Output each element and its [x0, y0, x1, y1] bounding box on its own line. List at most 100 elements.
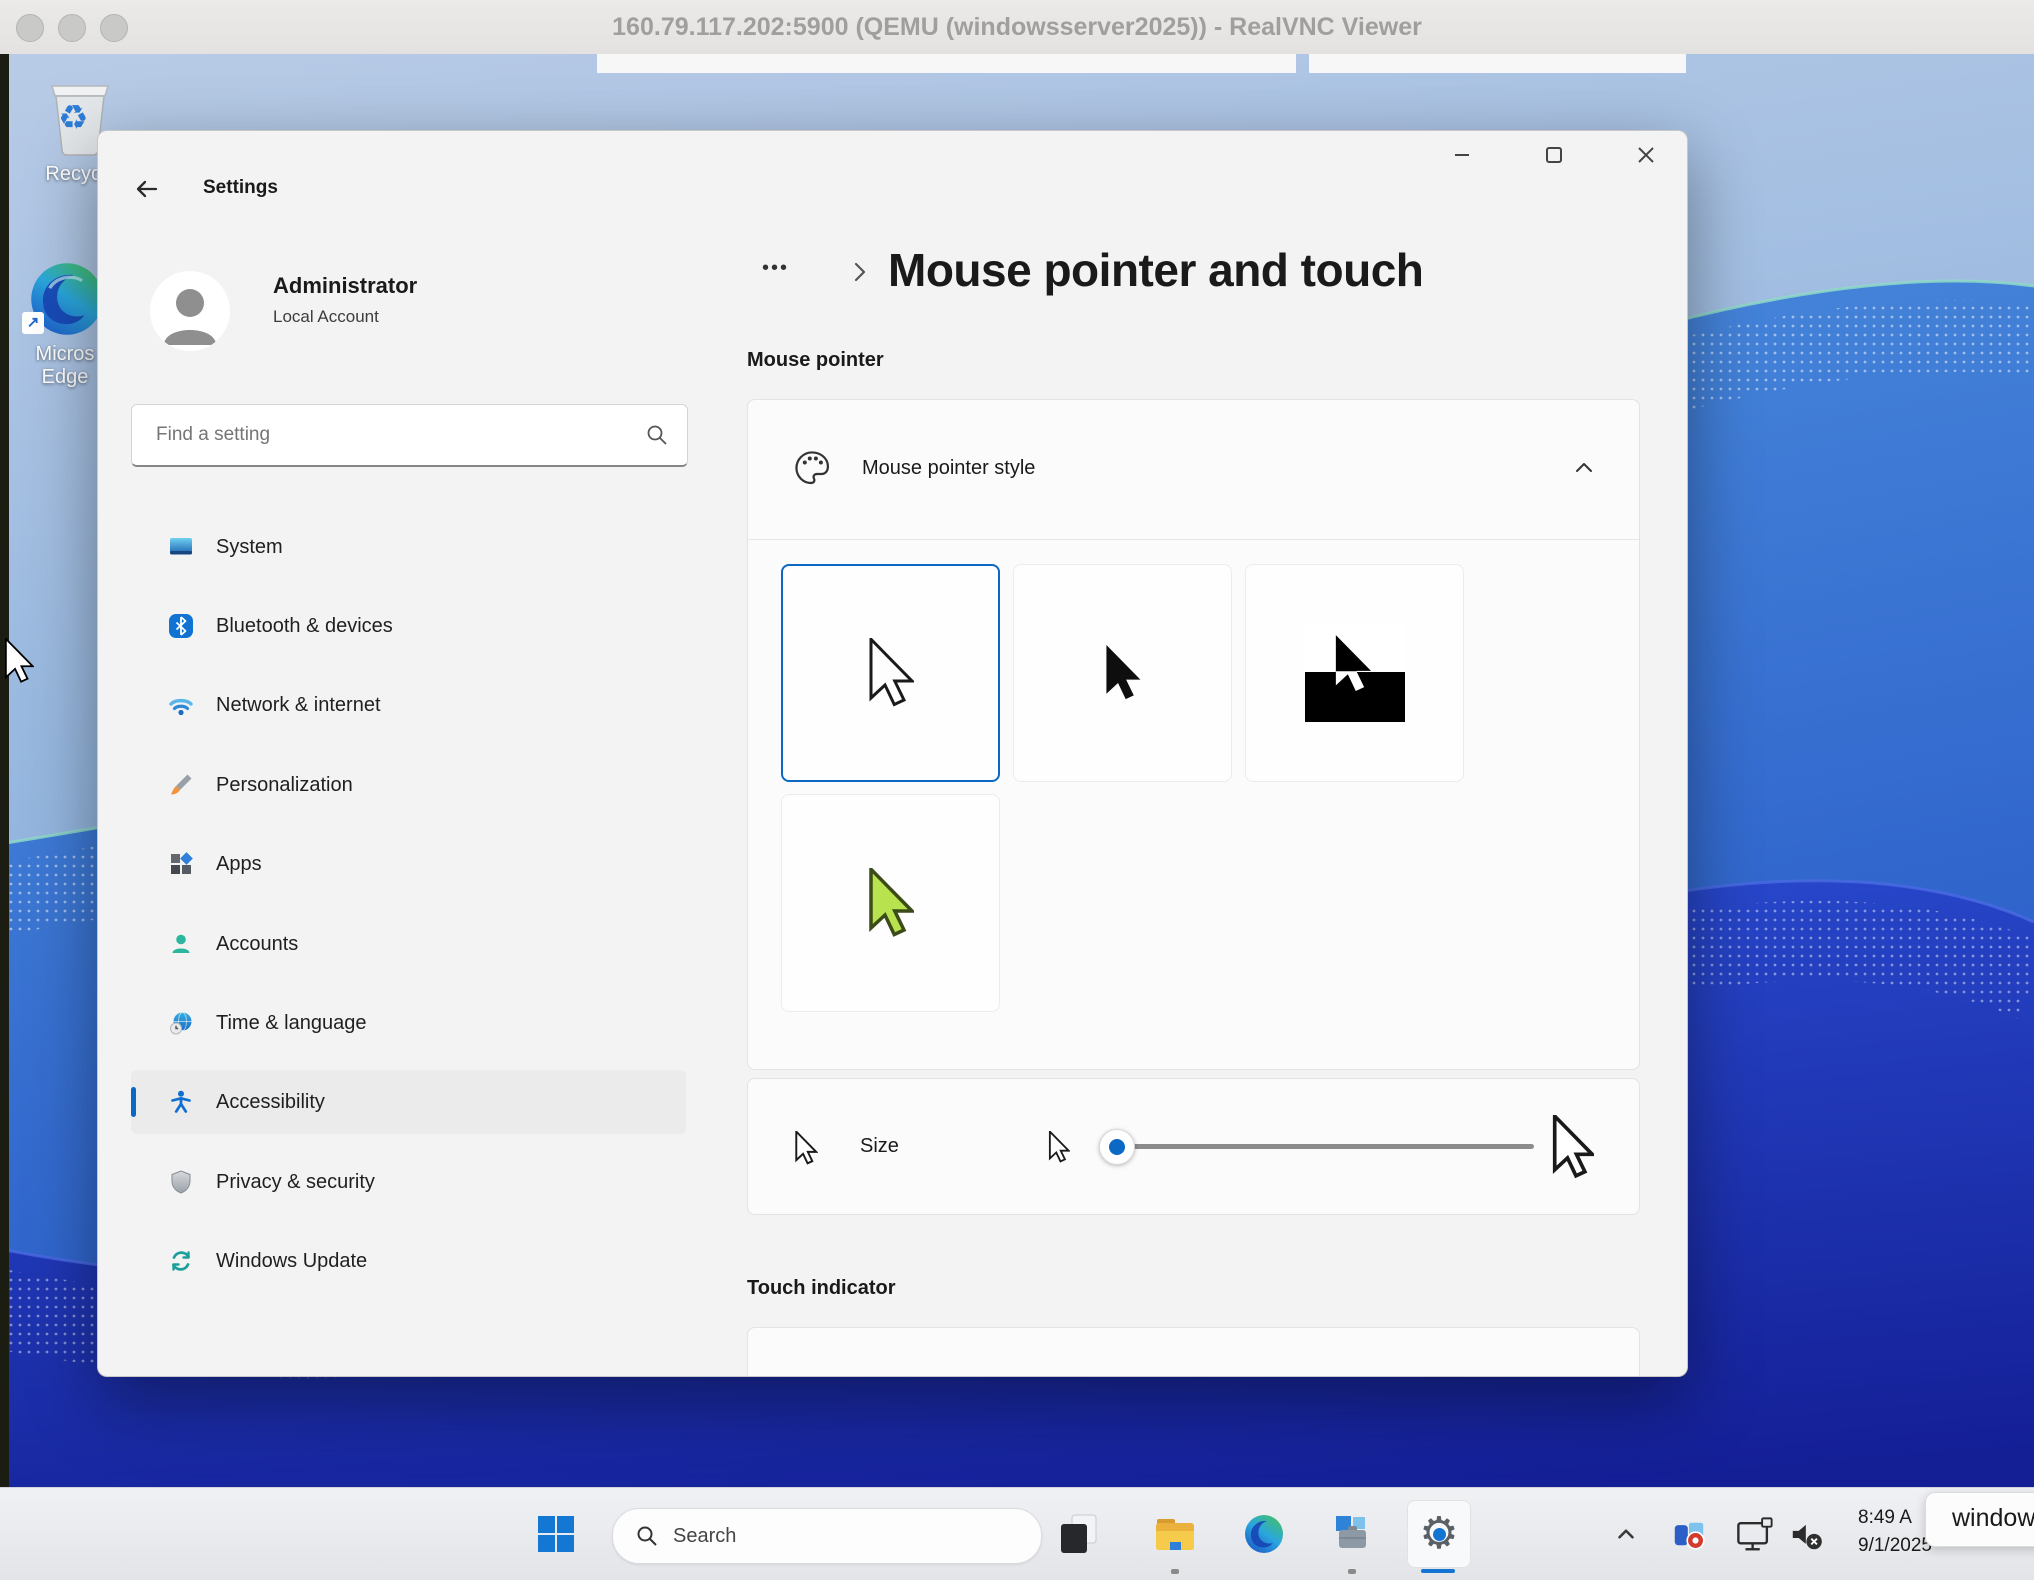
size-slider-track[interactable] [1102, 1144, 1534, 1149]
system-icon [168, 534, 194, 560]
sidebar-item-system[interactable]: System [131, 515, 686, 579]
slider-min-cursor-icon [1048, 1131, 1070, 1163]
touch-indicator-section-header: Touch indicator [747, 1277, 896, 1300]
sidebar-item-label: System [216, 536, 283, 559]
account-avatar[interactable] [150, 271, 230, 351]
apps-icon [168, 851, 194, 877]
sidebar-item-network[interactable]: Network & internet [131, 673, 686, 737]
admin-tools-button[interactable] [1330, 1512, 1374, 1556]
account-name: Administrator [273, 273, 417, 299]
pointer-style-inverted[interactable] [1245, 564, 1464, 782]
sidebar-item-label: Personalization [216, 774, 353, 797]
chevron-up-icon[interactable] [1570, 456, 1598, 480]
tray-chevron-up-icon[interactable] [1613, 1521, 1639, 1547]
taskbar: Search ⚙ [0, 1487, 2034, 1580]
accessibility-icon [168, 1089, 194, 1115]
taskbar-search-label: Search [673, 1525, 736, 1548]
touch-indicator-card[interactable] [747, 1327, 1640, 1377]
sidebar-item-label: Windows Update [216, 1250, 367, 1273]
edge-taskbar-button[interactable] [1242, 1512, 1286, 1556]
sidebar-item-label: Privacy & security [216, 1171, 375, 1194]
close-icon [1634, 143, 1658, 167]
display-status-icon[interactable] [1736, 1517, 1774, 1553]
settings-search-box [131, 404, 688, 467]
style-card-label: Mouse pointer style [862, 457, 1035, 480]
sidebar-item-accessibility[interactable]: Accessibility [131, 1070, 686, 1134]
wifi-icon [168, 692, 194, 718]
person-icon [150, 271, 230, 351]
gear-center-dot [1433, 1528, 1446, 1541]
bluetooth-icon [168, 613, 194, 639]
os-mouse-cursor [4, 638, 34, 684]
pointer-size-card: Size [747, 1078, 1640, 1215]
pointer-style-black[interactable] [1013, 564, 1232, 782]
sidebar-item-time-language[interactable]: Time & language [131, 991, 686, 1055]
card-divider [748, 539, 1639, 540]
sidebar-item-label: Accounts [216, 933, 298, 956]
white-cursor-icon [868, 638, 914, 708]
green-cursor-icon [868, 868, 914, 938]
vnc-titlebar: 160.79.117.202:5900 (QEMU (windowsserver… [0, 0, 2034, 55]
screen-top-strip [1309, 54, 1686, 73]
selected-indicator [131, 1087, 136, 1117]
minimize-button[interactable] [1439, 135, 1485, 175]
sidebar-item-personalization[interactable]: Personalization [131, 753, 686, 817]
palette-icon [792, 448, 832, 488]
account-type: Local Account [273, 307, 379, 327]
search-icon[interactable] [645, 423, 669, 447]
style-card-header[interactable]: Mouse pointer style [748, 400, 1639, 539]
settings-window: Settings Administrator Local Account Sys… [97, 130, 1688, 1377]
sidebar-item-bluetooth[interactable]: Bluetooth & devices [131, 594, 686, 658]
vnc-window-title: 160.79.117.202:5900 (QEMU (windowsserver… [0, 0, 2034, 54]
vnc-viewer-screen: 160.79.117.202:5900 (QEMU (windowsserver… [0, 0, 2034, 1580]
size-label: Size [860, 1135, 899, 1158]
pointer-style-white[interactable] [781, 564, 1000, 782]
window-controls [1439, 135, 1669, 175]
taskbar-search[interactable]: Search [612, 1508, 1042, 1564]
globe-clock-icon [168, 1010, 194, 1036]
shortcut-arrow-badge: ↗ [22, 312, 44, 334]
running-app-dot [1348, 1569, 1356, 1574]
breadcrumb-ellipsis-button[interactable]: ••• [762, 257, 802, 289]
close-button[interactable] [1623, 135, 1669, 175]
active-app-indicator [1421, 1569, 1455, 1573]
black-cursor-icon [1104, 644, 1142, 702]
maximize-icon [1542, 143, 1566, 167]
toast-notification[interactable]: window [1925, 1492, 2034, 1547]
back-arrow-icon [132, 175, 160, 203]
minimize-icon [1450, 143, 1474, 167]
start-button[interactable] [537, 1515, 575, 1553]
desktop-app-button[interactable] [1056, 1512, 1100, 1556]
slider-thumb-dot [1109, 1139, 1125, 1155]
sidebar-item-windows-update[interactable]: Windows Update [131, 1229, 686, 1293]
size-slider-thumb[interactable] [1099, 1129, 1135, 1165]
accounts-icon [168, 931, 194, 957]
settings-taskbar-button[interactable]: ⚙ [1407, 1500, 1471, 1568]
inverted-cursor-preview [1305, 624, 1405, 722]
mouse-pointer-section-header: Mouse pointer [747, 349, 884, 372]
screen-left-edge [0, 54, 9, 1580]
screen-top-strip [597, 54, 1296, 73]
search-icon [635, 1524, 659, 1548]
sidebar-item-label: Accessibility [216, 1091, 325, 1114]
large-cursor-icon [1552, 1115, 1594, 1179]
recycle-symbol-icon: ♻ [58, 98, 88, 138]
maximize-button[interactable] [1531, 135, 1577, 175]
tray-app-status-icon[interactable] [1672, 1518, 1706, 1550]
update-icon [168, 1248, 194, 1274]
sidebar-item-label: Network & internet [216, 694, 381, 717]
shield-icon [168, 1169, 194, 1195]
sidebar-item-label: Apps [216, 853, 262, 876]
running-app-dot [1171, 1569, 1179, 1574]
back-button[interactable] [128, 171, 164, 207]
sidebar-item-accounts[interactable]: Accounts [131, 912, 686, 976]
sidebar-item-label: Time & language [216, 1012, 366, 1035]
volume-muted-icon[interactable] [1790, 1519, 1824, 1551]
sidebar-item-privacy[interactable]: Privacy & security [131, 1150, 686, 1214]
file-explorer-button[interactable] [1153, 1512, 1197, 1556]
sidebar-item-apps[interactable]: Apps [131, 832, 686, 896]
pointer-style-custom-green[interactable] [781, 794, 1000, 1012]
small-cursor-icon [794, 1131, 818, 1165]
settings-search-input[interactable] [154, 423, 645, 447]
breadcrumb-chevron-icon [850, 261, 870, 283]
